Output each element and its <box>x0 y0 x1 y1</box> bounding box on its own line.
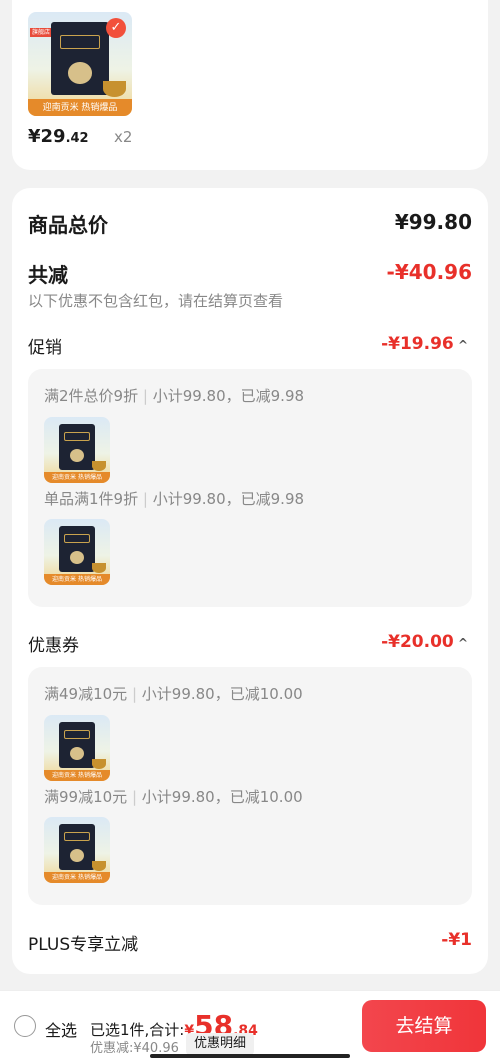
coupon-item-1-thumbnail[interactable]: 迎南贡米 热销爆品 <box>44 715 110 781</box>
promo-toggle[interactable]: -¥19.96 ^ <box>381 334 468 354</box>
coupon-details: 满49减10元 | 小计99.80，已减10.00 迎南贡米 热销爆品 满99减… <box>28 667 472 905</box>
product-price: ¥29.42 <box>28 126 89 147</box>
chevron-up-icon: ^ <box>453 338 468 352</box>
discount-label: 共减 <box>28 263 68 287</box>
promo-value: -¥19.96 <box>381 334 454 354</box>
discount-detail-button[interactable]: 优惠明细 <box>186 1033 255 1055</box>
coupon-toggle[interactable]: -¥20.00 ^ <box>381 632 468 652</box>
promo-item-1-thumbnail[interactable]: 迎南贡米 热销爆品 <box>44 417 110 483</box>
discount-value: -¥40.96 <box>386 260 472 284</box>
discount-note: 以下优惠不包含红包，请在结算页查看 <box>28 292 284 310</box>
checkout-button[interactable]: 去结算 <box>362 1000 486 1052</box>
coupon-item-2-thumbnail[interactable]: 迎南贡米 热销爆品 <box>44 817 110 883</box>
chevron-up-icon: ^ <box>453 636 468 650</box>
home-indicator <box>150 1054 350 1058</box>
total-label: 商品总价 <box>28 213 108 237</box>
promo-item-1: 满2件总价9折 | 小计99.80，已减9.98 <box>44 387 305 405</box>
promo-details: 满2件总价9折 | 小计99.80，已减9.98 迎南贡米 热销爆品 单品满1件… <box>28 369 472 607</box>
promo-label: 促销 <box>28 338 62 358</box>
checkout-bar: 全选 已选1件,合计:¥58.84 优惠减:¥40.96 优惠明细 去结算 <box>0 990 500 1060</box>
rice-bowl-image <box>102 80 126 98</box>
product-quantity: x2 <box>114 128 133 146</box>
check-icon[interactable]: ✓ <box>106 18 126 38</box>
cart-item-card: 旗舰店 迎南贡米 热销爆品 ✓ ¥29.42 x2 <box>12 0 488 170</box>
rice-package-image <box>50 22 110 96</box>
coupon-label: 优惠券 <box>28 636 79 656</box>
select-all-label[interactable]: 全选 <box>45 1017 77 1041</box>
coupon-value: -¥20.00 <box>381 632 454 652</box>
coupon-item-1: 满49减10元 | 小计99.80，已减10.00 <box>44 685 303 703</box>
total-value: ¥99.80 <box>394 210 472 234</box>
plus-value: -¥1 <box>441 930 472 950</box>
promo-item-2: 单品满1件9折 | 小计99.80，已减9.98 <box>44 490 305 508</box>
select-all-radio-icon[interactable] <box>14 1015 36 1037</box>
coupon-item-2: 满99减10元 | 小计99.80，已减10.00 <box>44 788 303 806</box>
promo-item-2-thumbnail[interactable]: 迎南贡米 热销爆品 <box>44 519 110 585</box>
product-thumbnail[interactable]: 旗舰店 迎南贡米 热销爆品 ✓ <box>28 12 132 116</box>
plus-label: PLUS专享立减 <box>28 935 139 955</box>
product-ribbon: 迎南贡米 热销爆品 <box>28 99 132 116</box>
